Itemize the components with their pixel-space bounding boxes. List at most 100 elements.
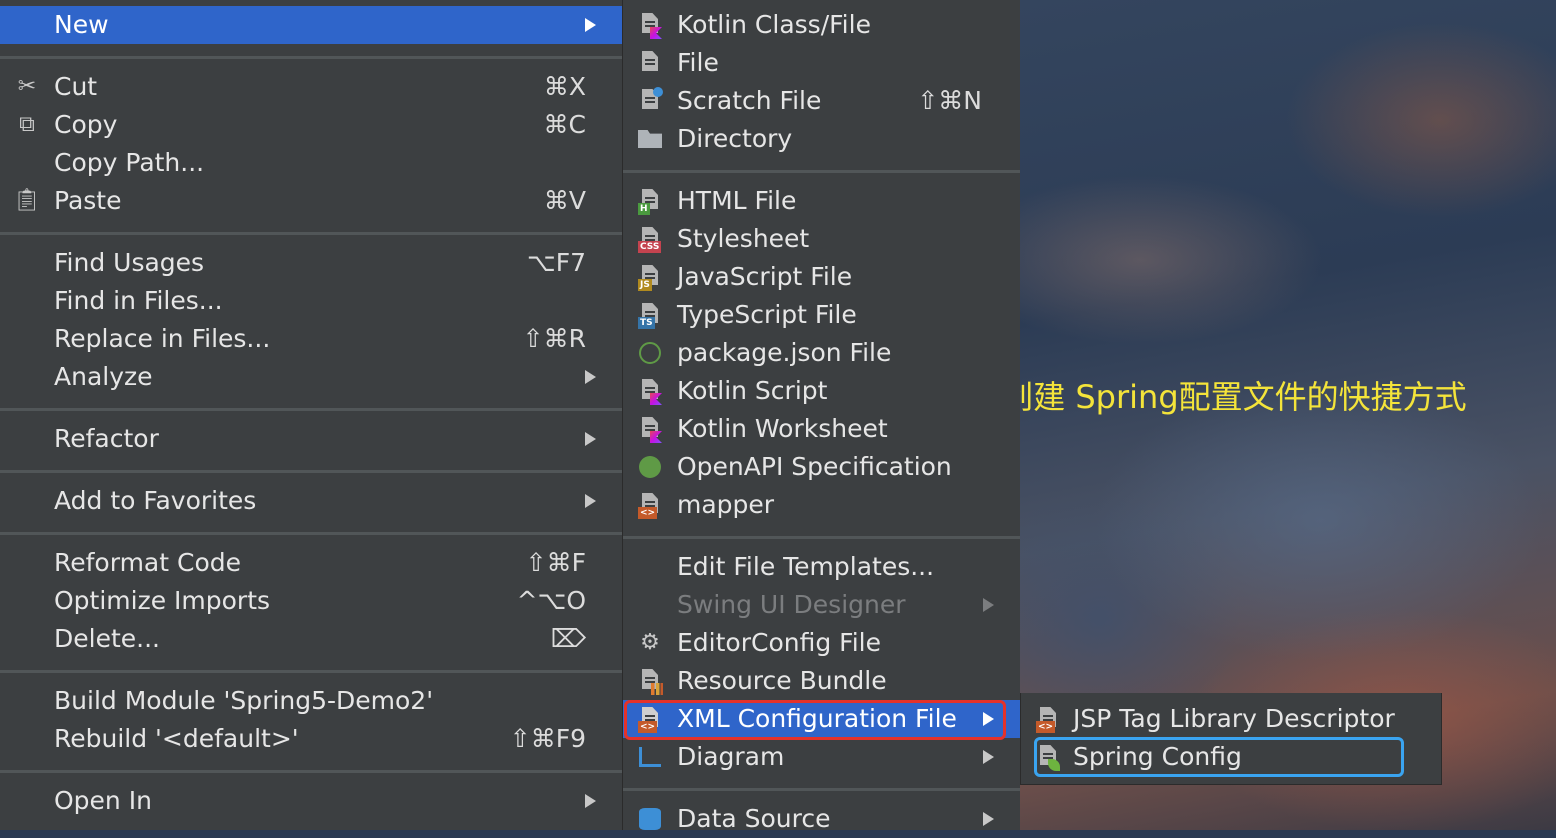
xml-file-icon: <> [637, 492, 663, 519]
clipboard-icon: 📋︎ [13, 188, 41, 213]
menu-item-html-file[interactable]: H HTML File [623, 182, 1020, 220]
shortcut-label: ⌦ [550, 624, 586, 653]
shortcut-label: ⌘V [543, 186, 586, 215]
kotlin-file-icon [637, 12, 663, 39]
menu-item-label: Copy Path... [54, 148, 205, 177]
shortcut-label: ⇧⌘N [917, 86, 982, 115]
menu-item-build-module[interactable]: Build Module 'Spring5-Demo2' [0, 682, 622, 720]
menu-item-replace-in-files[interactable]: Replace in Files... ⇧⌘R [0, 320, 622, 358]
menu-item-refactor[interactable]: Refactor [0, 420, 622, 458]
menu-separator [623, 170, 1020, 173]
menu-separator [0, 532, 622, 535]
javascript-file-icon: JS [637, 264, 663, 291]
scratch-file-icon [637, 87, 663, 114]
menu-item-label: Edit File Templates... [677, 552, 935, 581]
menu-item-label: File [677, 48, 719, 77]
submenu-arrow-icon [585, 794, 596, 808]
menu-item-kotlin-script[interactable]: Kotlin Script [623, 372, 1020, 410]
menu-separator [0, 232, 622, 235]
menu-item-label: OpenAPI Specification [677, 452, 952, 481]
diagram-icon [637, 744, 663, 770]
menu-item-label: HTML File [677, 186, 797, 215]
menu-item-file[interactable]: File [623, 44, 1020, 82]
menu-item-jsp-tag-library[interactable]: <> JSP Tag Library Descriptor [1021, 700, 1441, 738]
menu-item-find-in-files[interactable]: Find in Files... [0, 282, 622, 320]
menu-item-swing-ui-designer: Swing UI Designer [623, 586, 1020, 624]
gear-icon: ⚙ [640, 630, 660, 655]
shortcut-label: ^⌥O [516, 586, 586, 615]
menu-item-label: Find in Files... [54, 286, 223, 315]
shortcut-label: ⇧⌘F9 [509, 724, 586, 753]
menu-item-paste[interactable]: 📋︎ Paste ⌘V [0, 182, 622, 220]
menu-item-scratch-file[interactable]: Scratch File ⇧⌘N [623, 82, 1020, 120]
menu-item-find-usages[interactable]: Find Usages ⌥F7 [0, 244, 622, 282]
menu-item-typescript-file[interactable]: TS TypeScript File [623, 296, 1020, 334]
highlight-box-spring-config [1034, 737, 1404, 777]
menu-item-label: Kotlin Worksheet [677, 414, 888, 443]
menu-item-label: JavaScript File [677, 262, 853, 291]
menu-item-package-json[interactable]: package.json File [623, 334, 1020, 372]
menu-item-diagram[interactable]: Diagram [623, 738, 1020, 776]
context-menu: New ✂ Cut ⌘X ⧉ Copy ⌘C Copy Path... 📋︎ P… [0, 0, 622, 830]
menu-item-reformat-code[interactable]: Reformat Code ⇧⌘F [0, 544, 622, 582]
submenu-arrow-icon [585, 494, 596, 508]
resource-bundle-icon [637, 668, 663, 695]
menu-item-cut[interactable]: ✂ Cut ⌘X [0, 68, 622, 106]
menu-item-rebuild[interactable]: Rebuild '<default>' ⇧⌘F9 [0, 720, 622, 758]
menu-item-label: Scratch File [677, 86, 822, 115]
menu-item-copy[interactable]: ⧉ Copy ⌘C [0, 106, 622, 144]
submenu-arrow-icon [983, 750, 994, 764]
menu-item-label: Build Module 'Spring5-Demo2' [54, 686, 434, 715]
database-icon [637, 806, 663, 832]
scissors-icon: ✂ [17, 74, 37, 99]
menu-item-label: mapper [677, 490, 775, 519]
openapi-icon [637, 454, 663, 480]
menu-item-add-to-favorites[interactable]: Add to Favorites [0, 482, 622, 520]
menu-item-label: Data Source [677, 804, 831, 833]
menu-item-mapper[interactable]: <> mapper [623, 486, 1020, 524]
menu-item-optimize-imports[interactable]: Optimize Imports ^⌥O [0, 582, 622, 620]
menu-item-stylesheet[interactable]: CSS Stylesheet [623, 220, 1020, 258]
nodejs-icon [637, 340, 663, 366]
menu-item-copy-path[interactable]: Copy Path... [0, 144, 622, 182]
menu-item-label: Stylesheet [677, 224, 810, 253]
shortcut-label: ⌘C [543, 110, 586, 139]
menu-separator [0, 670, 622, 673]
menu-item-edit-file-templates[interactable]: Edit File Templates... [623, 548, 1020, 586]
shortcut-label: ⌥F7 [526, 248, 586, 277]
menu-item-label: New [54, 10, 109, 39]
menu-item-label: Rebuild '<default>' [54, 724, 299, 753]
submenu-arrow-icon [585, 432, 596, 446]
menu-item-label: Refactor [54, 424, 159, 453]
xml-file-icon: <> [1035, 706, 1061, 733]
menu-separator [623, 788, 1020, 791]
menu-item-kotlin-worksheet[interactable]: Kotlin Worksheet [623, 410, 1020, 448]
menu-item-openapi[interactable]: OpenAPI Specification [623, 448, 1020, 486]
menu-item-delete[interactable]: Delete... ⌦ [0, 620, 622, 658]
menu-item-javascript-file[interactable]: JS JavaScript File [623, 258, 1020, 296]
menu-item-analyze[interactable]: Analyze [0, 358, 622, 396]
menu-item-label: Replace in Files... [54, 324, 271, 353]
menu-item-label: JSP Tag Library Descriptor [1073, 704, 1395, 733]
menu-separator [0, 408, 622, 411]
menu-item-label: Swing UI Designer [677, 590, 906, 619]
menu-item-label: Kotlin Script [677, 376, 828, 405]
menu-item-label: Add to Favorites [54, 486, 257, 515]
menu-item-label: package.json File [677, 338, 892, 367]
submenu-arrow-icon [585, 18, 596, 32]
menu-item-label: EditorConfig File [677, 628, 881, 657]
menu-item-editorconfig[interactable]: ⚙ EditorConfig File [623, 624, 1020, 662]
menu-item-label: Directory [677, 124, 793, 153]
copy-icon: ⧉ [19, 112, 35, 137]
menu-item-open-in[interactable]: Open In [0, 782, 622, 820]
css-file-icon: CSS [637, 226, 663, 253]
file-icon [637, 50, 663, 76]
menu-item-data-source[interactable]: Data Source [623, 800, 1020, 838]
menu-item-label: Delete... [54, 624, 160, 653]
menu-item-label: Paste [54, 186, 122, 215]
menu-item-resource-bundle[interactable]: Resource Bundle [623, 662, 1020, 700]
menu-item-new[interactable]: New [0, 6, 622, 44]
menu-item-kotlin-class[interactable]: Kotlin Class/File [623, 6, 1020, 44]
submenu-arrow-icon [983, 598, 994, 612]
menu-item-directory[interactable]: Directory [623, 120, 1020, 158]
